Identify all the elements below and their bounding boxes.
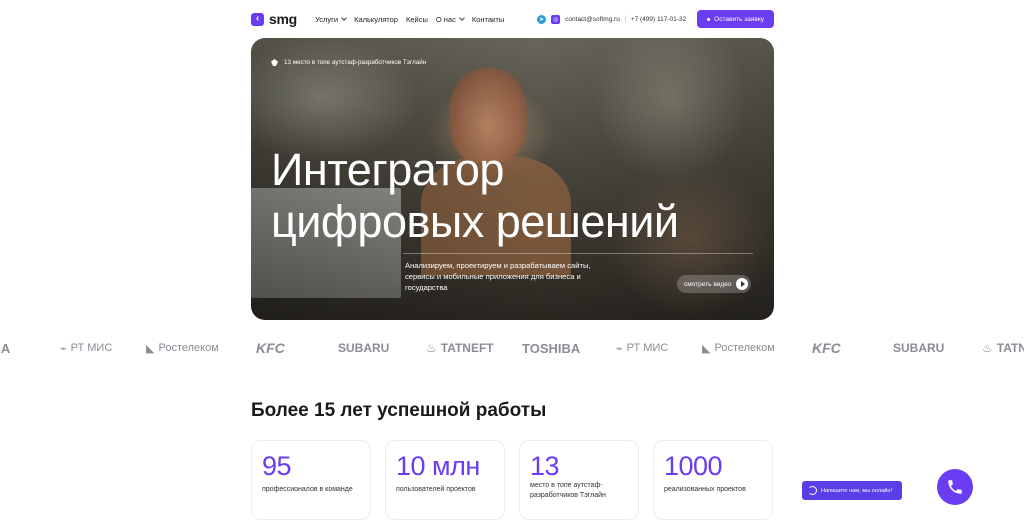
client-logo-text: SUBARU — [893, 341, 945, 355]
chevron-down-icon — [341, 15, 347, 21]
watch-video-label: смотреть видео — [684, 280, 732, 288]
logo[interactable]: ‹ smg — [251, 11, 313, 27]
hero-banner: 13 место в топе аутстаф-разработчиков Тэ… — [251, 38, 774, 320]
ranking-badge-text: 13 место в топе аутстаф-разработчиков Тэ… — [284, 59, 427, 66]
client-logo-tatneft: ♨TATNEFT — [426, 335, 494, 361]
client-logo-text: TOSHIBA — [522, 340, 581, 356]
stat-card: 95 профессионалов в команде — [251, 440, 371, 520]
client-logo-rostelecom: ◣ Ростелеком — [146, 335, 219, 361]
email-link[interactable]: contact@softmg.ru — [565, 16, 620, 23]
nav-label: Контакты — [471, 14, 505, 24]
client-logo-text: Ростелеком — [714, 342, 775, 354]
client-logo-text: TATNEFT — [440, 341, 494, 355]
tatneft-icon: ♨ — [426, 341, 437, 355]
logo-mark-icon: ‹ — [251, 12, 264, 26]
divider — [624, 15, 626, 23]
nav-label: Калькулятор — [354, 14, 398, 24]
request-button[interactable]: Оставить заявку — [697, 10, 774, 28]
client-logo-text: Ростелеком — [158, 342, 219, 354]
stat-value: 1000 — [664, 451, 723, 481]
phone-link[interactable]: +7 (499) 117-01-32 — [631, 16, 686, 23]
client-logo-text: РТ МИС — [626, 342, 669, 354]
hero-description: Анализируем, проектируем и разрабатываем… — [405, 261, 591, 292]
stat-value: 95 — [262, 451, 292, 481]
stat-label: место в топе аутстаф-разработчиков Тэгла… — [530, 482, 606, 499]
nav-label: О нас — [435, 14, 456, 24]
stat-value: 13 — [530, 451, 560, 481]
client-logo-kfc: KFC — [812, 335, 841, 361]
client-logo-text: TATNEFT — [996, 341, 1024, 355]
ranking-badge: 13 место в топе аутстаф-разработчиков Тэ… — [271, 59, 426, 66]
hero-title-line2: цифровых решений — [271, 196, 679, 247]
stat-value: 10 млн — [396, 451, 480, 481]
nav-item-cases[interactable]: Кейсы — [406, 15, 428, 24]
chat-icon — [808, 486, 817, 495]
client-logo-subaru: SUBARU — [338, 335, 389, 361]
rtmis-icon: ⌁ — [60, 342, 67, 355]
client-logo-tatneft: ♨TATNEFT — [982, 335, 1024, 361]
rostelecom-icon: ◣ — [146, 342, 155, 355]
client-logo-text: KFC — [256, 340, 285, 356]
nav-item-services[interactable]: Услуги — [315, 14, 347, 24]
header-contacts: ➤ ◎ contact@softmg.ru +7 (499) 117-01-32… — [537, 10, 774, 28]
stat-label: профессионалов в команде — [262, 486, 353, 493]
nav-label: Кейсы — [405, 14, 428, 24]
award-icon — [271, 59, 278, 66]
client-logo-text: РТ МИС — [70, 342, 113, 354]
main-nav: Услуги Калькулятор Кейсы О нас Контакты — [315, 15, 504, 24]
client-logo-kfc: KFC — [256, 335, 285, 361]
hero-title: Интегратор цифровых решений — [271, 144, 679, 248]
tatneft-icon: ♨ — [982, 341, 993, 355]
stat-card: 10 млн пользователей проектов — [385, 440, 505, 520]
stat-label: пользователей проектов — [396, 486, 476, 493]
client-logo-toshiba: TOSHIBA — [0, 335, 10, 361]
client-logo-text: TOSHIBA — [0, 340, 11, 356]
stat-label: реализованных проектов — [664, 486, 746, 493]
logo-text: smg — [269, 11, 297, 27]
client-logo-rtmis: ⌁ РТ МИС — [60, 335, 112, 361]
request-button-label: Оставить заявку — [714, 15, 764, 23]
dot-icon — [707, 17, 711, 21]
clients-logo-strip: TOSHIBA ⌁РТ МИС ◣Ростелеком KFC SUBARU ♨… — [0, 335, 1024, 361]
phone-icon — [948, 480, 962, 494]
hero-divider — [403, 253, 753, 254]
telegram-icon[interactable]: ➤ — [537, 14, 547, 24]
rostelecom-icon: ◣ — [702, 342, 711, 355]
instagram-icon[interactable]: ◎ — [551, 14, 561, 24]
nav-label: Услуги — [315, 14, 339, 24]
chevron-down-icon — [459, 15, 465, 21]
stat-card: 13 место в топе аутстаф-разработчиков Тэ… — [519, 440, 639, 520]
client-logo-subaru: SUBARU — [893, 335, 944, 361]
call-button[interactable] — [937, 469, 973, 505]
online-chat-label: Напишите нам, мы онлайн! — [821, 487, 892, 494]
nav-item-calculator[interactable]: Калькулятор — [354, 15, 398, 24]
client-logo-text: KFC — [812, 340, 841, 356]
hero-title-line1: Интегратор — [271, 144, 504, 195]
stat-card: 1000 реализованных проектов — [653, 440, 773, 520]
stats-section-title: Более 15 лет успешной работы — [251, 400, 547, 421]
rtmis-icon: ⌁ — [616, 342, 623, 355]
watch-video-button[interactable]: смотреть видео — [677, 275, 752, 293]
play-icon — [736, 278, 749, 290]
client-logo-rtmis: ⌁ РТ МИС — [616, 335, 668, 361]
client-logo-text: SUBARU — [338, 341, 390, 355]
client-logo-rostelecom: ◣ Ростелеком — [702, 335, 775, 361]
online-chat-button[interactable]: Напишите нам, мы онлайн! — [802, 481, 902, 500]
page: ‹ smg Услуги Калькулятор Кейсы О нас Кон… — [0, 0, 1024, 525]
nav-item-contacts[interactable]: Контакты — [472, 15, 504, 24]
client-logo-toshiba: TOSHIBA — [522, 335, 580, 361]
stats-grid: 95 профессионалов в команде 10 млн польз… — [251, 440, 774, 520]
site-header: ‹ smg Услуги Калькулятор Кейсы О нас Кон… — [251, 8, 774, 30]
nav-item-about[interactable]: О нас — [435, 14, 465, 24]
